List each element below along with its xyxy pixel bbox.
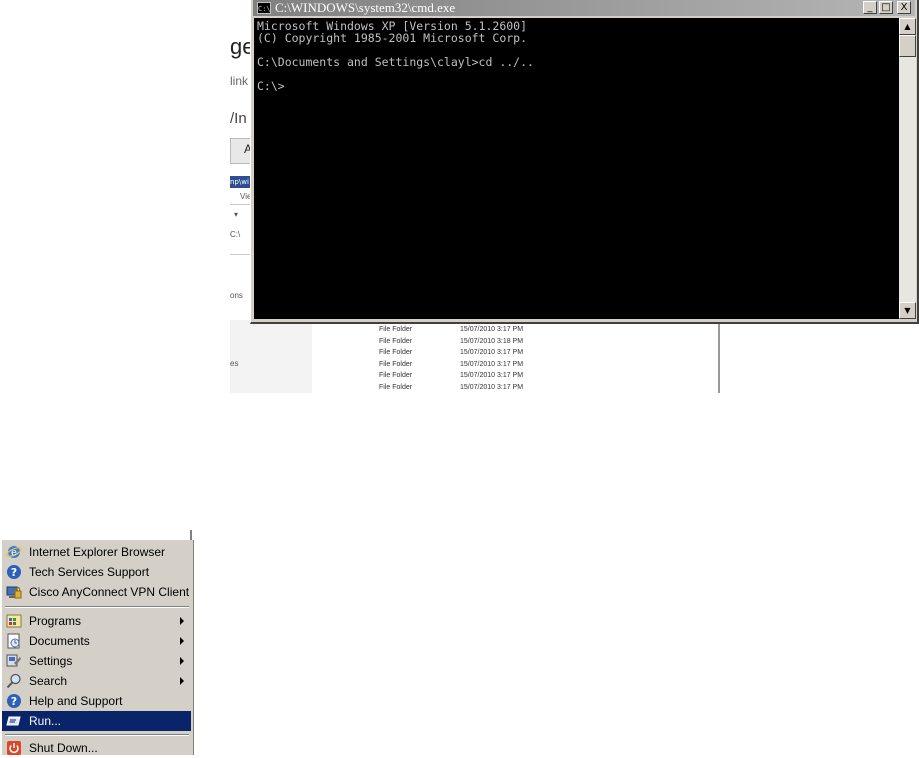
ie-icon: e [6,544,22,560]
bg-pane-fragment: ons [230,291,243,300]
submenu-arrow-icon [180,617,184,625]
file-date: 15/07/2010 3:18 PM [460,337,524,345]
shutdown-icon [6,740,22,756]
help-icon: ? [6,564,22,580]
file-date: 15/07/2010 3:17 PM [460,326,524,333]
bg-back-arrow-icon[interactable]: ▾ [234,210,238,219]
menu-item-label: Documents [29,634,90,648]
start-item-search[interactable]: Search [2,671,191,691]
submenu-arrow-icon [180,637,184,645]
file-date: 15/07/2010 3:17 PM [460,372,524,379]
start-item-programs[interactable]: Programs [2,611,191,631]
documents-icon [6,633,22,649]
start-menu: e Internet Explorer Browser ? Tech Servi… [2,540,194,755]
help-icon: ? [6,693,22,709]
settings-icon [6,653,22,669]
menu-separator [5,606,189,608]
file-date: 15/07/2010 3:17 PM [460,349,524,356]
programs-icon [6,613,22,629]
start-item-run[interactable]: Run... [2,711,191,731]
bg-titlebar-fragment: np\wi [230,176,252,188]
bg-path-fragment: /In [230,110,247,127]
menu-separator [5,734,189,736]
run-icon [6,713,22,729]
file-list: File Folder 15/07/2010 3:17 PM File Folde… [379,324,523,393]
start-item-help-support[interactable]: ? Help and Support [2,691,191,711]
start-item-cisco-vpn[interactable]: Cisco AnyConnect VPN Client [2,582,191,602]
console-line: C:\Documents and Settings\clayl>cd ../.. [257,55,534,69]
menu-item-label: Run... [29,714,62,728]
vertical-scrollbar[interactable]: ▲ ▼ [899,18,916,319]
cmd-icon[interactable]: C:\ [257,2,271,14]
cmd-window[interactable]: C:\ C:\WINDOWS\system32\cmd.exe _ □ X Mi… [250,0,919,324]
scroll-thumb[interactable] [899,35,916,57]
file-type: File Folder [379,337,413,345]
maximize-button[interactable]: □ [879,1,893,14]
bg-link-fragment[interactable]: link [230,74,248,88]
submenu-arrow-icon [180,677,184,685]
file-row[interactable]: File Folder 15/07/2010 3:17 PM [379,359,523,371]
window-controls: _ □ X [863,1,911,14]
file-type: File Folder [379,383,413,391]
cmd-titlebar[interactable]: C:\ C:\WINDOWS\system32\cmd.exe _ □ X [253,0,915,16]
bg-titlebar-text: np\wi [230,178,249,186]
menu-item-label: Help and Support [29,694,123,708]
start-item-settings[interactable]: Settings [2,651,191,671]
file-row[interactable]: File Folder 15/07/2010 3:17 PM [379,370,523,382]
bg-address-fragment[interactable]: C:\ [230,230,240,239]
svg-text:?: ? [11,695,17,708]
bg-divider [230,254,252,255]
file-type: File Folder [379,326,413,333]
bg-pane-border [718,320,720,393]
menu-item-label: Programs [29,614,82,628]
start-item-shutdown[interactable]: Shut Down... [2,738,191,758]
submenu-arrow-icon [180,657,184,665]
menu-item-label: Settings [29,654,73,668]
bg-divider [230,204,252,205]
menu-item-label: Search [29,674,68,688]
console-line: (C) Copyright 1985-2001 Microsoft Corp. [257,31,528,45]
file-row[interactable]: File Folder 15/07/2010 3:17 PM [379,324,523,336]
menu-item-label: Shut Down... [29,741,98,755]
file-row[interactable]: File Folder 15/07/2010 3:18 PM [379,336,523,348]
menu-item-label: Internet Explorer Browser [29,545,166,559]
svg-text:?: ? [11,566,17,579]
file-date: 15/07/2010 3:17 PM [460,383,524,391]
svg-text:e: e [11,548,17,559]
scroll-up-button[interactable]: ▲ [899,18,916,35]
search-icon [6,673,22,689]
menu-item-label: Cisco AnyConnect VPN Client [29,585,190,599]
file-date: 15/07/2010 3:17 PM [460,360,524,368]
scroll-down-button[interactable]: ▼ [899,302,916,319]
vpn-icon [6,584,22,600]
file-type: File Folder [379,372,413,379]
start-item-tech-services[interactable]: ? Tech Services Support [2,562,191,582]
minimize-button[interactable]: _ [863,1,877,14]
menu-item-label: Tech Services Support [29,565,150,579]
bg-folder-pane: es [230,320,312,393]
file-type: File Folder [379,360,413,368]
cmd-window-title: C:\WINDOWS\system32\cmd.exe [275,0,456,15]
file-row[interactable]: File Folder 15/07/2010 3:17 PM [379,347,523,359]
console-output[interactable]: Microsoft Windows XP [Version 5.1.2600] … [254,18,899,319]
close-button[interactable]: X [897,1,911,14]
file-row[interactable]: File Folder 15/07/2010 3:17 PM [379,382,523,394]
start-item-internet-explorer[interactable]: e Internet Explorer Browser [2,542,191,562]
start-item-documents[interactable]: Documents [2,631,191,651]
bg-pane-fragment: es [230,359,239,368]
console-prompt: C:\> [257,79,285,93]
file-type: File Folder [379,349,413,356]
